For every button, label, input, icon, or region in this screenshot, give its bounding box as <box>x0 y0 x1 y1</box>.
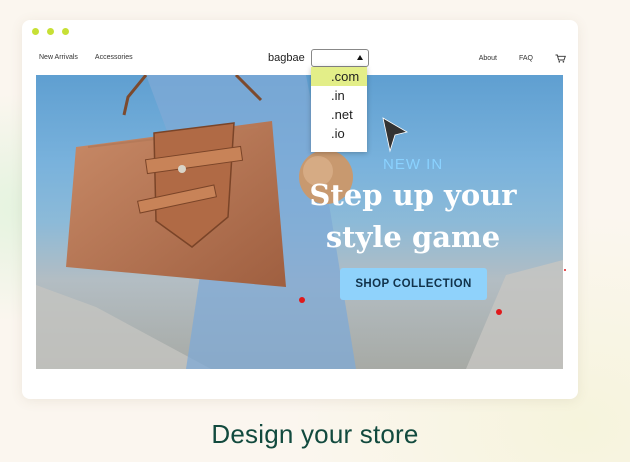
window-dot-icon[interactable] <box>32 28 39 35</box>
domain-option-com[interactable]: .com <box>311 67 367 86</box>
domain-select[interactable] <box>311 49 369 67</box>
tagline: Design your store <box>211 419 419 449</box>
domain-option-net[interactable]: .net <box>311 105 367 124</box>
domain-option-io[interactable]: .io <box>311 124 367 143</box>
marker-dot <box>299 297 305 303</box>
marker-dot <box>496 309 502 315</box>
domain-option-in[interactable]: .in <box>311 86 367 105</box>
cart-icon[interactable] <box>555 54 566 63</box>
pointer-cursor-icon <box>382 117 408 153</box>
hero-kicker: NEW IN <box>383 156 444 173</box>
store-brand[interactable]: bagbae <box>268 52 305 64</box>
hero-banner: NEW IN Step up your style game SHOP COLL… <box>36 75 563 369</box>
nav-right: About FAQ <box>479 54 566 63</box>
marker-dot <box>564 269 566 271</box>
hero-title: Step up your style game <box>309 178 517 254</box>
chevron-up-icon <box>357 55 363 60</box>
nav-link-accessories[interactable]: Accessories <box>95 54 133 61</box>
window-dot-icon[interactable] <box>47 28 54 35</box>
window-dot-icon[interactable] <box>62 28 69 35</box>
nav-link-new-arrivals[interactable]: New Arrivals <box>39 54 78 61</box>
browser-window: New Arrivals Accessories bagbae About FA… <box>22 20 578 399</box>
domain-dropdown-list: .com .in .net .io <box>311 67 367 152</box>
nav-link-about[interactable]: About <box>479 55 497 62</box>
window-controls <box>32 28 69 35</box>
nav-left: New Arrivals Accessories <box>39 54 133 61</box>
shop-collection-button[interactable]: SHOP COLLECTION <box>340 268 487 300</box>
nav-link-faq[interactable]: FAQ <box>519 55 533 62</box>
